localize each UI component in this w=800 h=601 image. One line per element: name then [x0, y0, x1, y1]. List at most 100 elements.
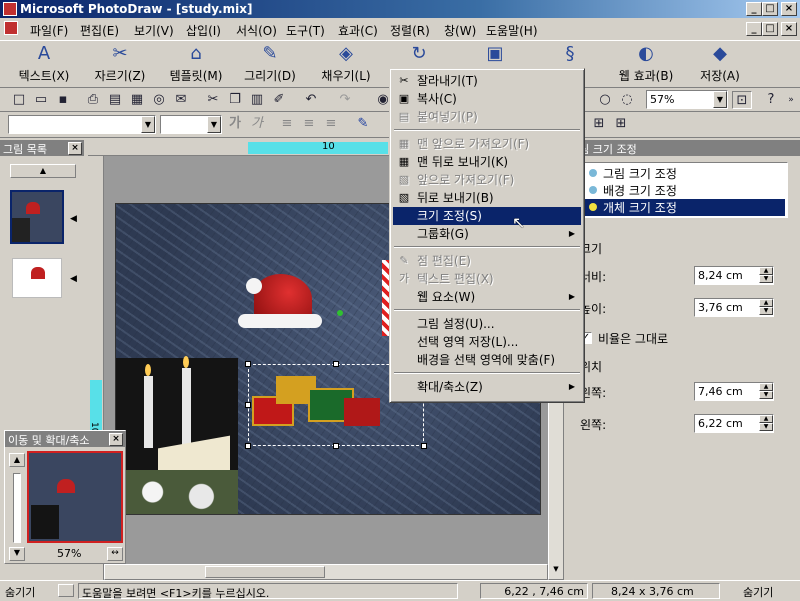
- print-icon[interactable]: ⎙: [84, 91, 102, 109]
- context-menu-item[interactable]: ▦ 맨 뒤로 보내기(K): [393, 153, 581, 171]
- redo-icon[interactable]: ↷: [336, 91, 354, 109]
- menu-tools[interactable]: 도구(T): [286, 22, 325, 39]
- ellipse-icon[interactable]: ○: [596, 91, 614, 109]
- font-name-combo[interactable]: ▼: [8, 115, 156, 134]
- web-effects-tool-button[interactable]: ◐ 웹 효과(B): [612, 43, 680, 84]
- scroll-up-button[interactable]: ▲: [10, 164, 76, 178]
- resize-option-picture[interactable]: 그림 크기 조정: [585, 165, 785, 181]
- rotate-handle[interactable]: [337, 310, 343, 316]
- resize-handle-s[interactable]: [333, 443, 339, 449]
- context-menu-item[interactable]: 웹 요소(W) ▶: [393, 288, 581, 306]
- document-icon[interactable]: [4, 21, 18, 35]
- spin-up-icon[interactable]: ▲: [759, 267, 773, 275]
- resize-option-background[interactable]: 배경 크기 조정: [585, 182, 785, 198]
- menu-file[interactable]: 파일(F): [30, 22, 68, 39]
- menu-window[interactable]: 창(W): [444, 22, 476, 39]
- spin-up-icon[interactable]: ▲: [759, 383, 773, 391]
- ungroup-icon[interactable]: ⊞: [612, 115, 630, 133]
- spin-down-icon[interactable]: ▼: [759, 391, 773, 399]
- scan-icon[interactable]: ▦: [128, 91, 146, 109]
- fill-tool-button[interactable]: ◈ 채우기(L): [316, 43, 376, 84]
- scroll-down-icon[interactable]: ▼: [550, 565, 562, 577]
- new-icon[interactable]: □: [10, 91, 28, 109]
- spin-up-icon[interactable]: ▲: [759, 299, 773, 307]
- open-icon[interactable]: ▭: [32, 91, 50, 109]
- height-input[interactable]: 3,76 cm ▲ ▼: [694, 298, 774, 317]
- top-input[interactable]: 6,22 cm ▲ ▼: [694, 414, 774, 433]
- close-icon[interactable]: ×: [109, 433, 123, 446]
- shape-icon[interactable]: ◌: [618, 91, 636, 109]
- horizontal-scrollbar[interactable]: [104, 564, 548, 580]
- align-center-icon[interactable]: ≡: [300, 115, 318, 133]
- chevron-down-icon[interactable]: ▼: [141, 116, 155, 133]
- zoom-out-button[interactable]: ▼: [9, 547, 25, 561]
- camera-icon[interactable]: ◎: [150, 91, 168, 109]
- help-icon[interactable]: ?: [762, 91, 780, 109]
- undo-icon[interactable]: ↶: [302, 91, 320, 109]
- fit-button[interactable]: ↔: [107, 547, 123, 561]
- resize-handle-nw[interactable]: [245, 361, 251, 367]
- zoom-in-button[interactable]: ▲: [9, 453, 25, 467]
- group-icon[interactable]: ⊞: [590, 115, 608, 133]
- context-menu-item[interactable]: 크기 조정(S): [393, 207, 581, 225]
- context-menu-item[interactable]: 선택 영역 저장(L)...: [393, 333, 581, 351]
- effects-tool-button[interactable]: ▣: [480, 43, 510, 67]
- resize-handle-w[interactable]: [245, 402, 251, 408]
- bold-button[interactable]: 가: [226, 115, 244, 133]
- panel-toggle-icon[interactable]: [58, 584, 74, 597]
- zoom-fit-icon[interactable]: ⊡: [732, 91, 752, 109]
- context-menu-item[interactable]: ✂ 잘라내기(T): [393, 72, 581, 90]
- cut-icon[interactable]: ✂: [204, 91, 222, 109]
- context-menu-item[interactable]: 그림 설정(U)...: [393, 315, 581, 333]
- paste-icon[interactable]: ▥: [248, 91, 266, 109]
- thumbnail-arrow-icon-2[interactable]: ◀: [70, 274, 77, 284]
- hide-right-toggle[interactable]: 숨기기: [740, 583, 776, 599]
- cut-crop-tool-button[interactable]: ✂ 자르기(Z): [88, 43, 152, 84]
- font-color-icon[interactable]: ✎: [354, 115, 372, 133]
- align-right-icon[interactable]: ≡: [322, 115, 340, 133]
- maximize-button[interactable]: □: [762, 2, 778, 16]
- format-painter-icon[interactable]: ✐: [270, 91, 288, 109]
- context-menu-item[interactable]: 확대/축소(Z) ▶: [393, 378, 581, 396]
- context-menu-item[interactable]: ▧ 뒤로 보내기(B): [393, 189, 581, 207]
- draw-tool-button[interactable]: ✎ 그리기(D): [240, 43, 300, 84]
- resize-handle-sw[interactable]: [245, 443, 251, 449]
- resize-option-object[interactable]: 개체 크기 조정: [585, 199, 785, 216]
- menu-arrange[interactable]: 정렬(R): [390, 22, 430, 39]
- navigator-preview[interactable]: [27, 451, 123, 543]
- menu-insert[interactable]: 삽입(I): [186, 22, 221, 39]
- rotate-tool-button[interactable]: ↻: [404, 43, 434, 67]
- spin-down-icon[interactable]: ▼: [759, 307, 773, 315]
- zoom-slider[interactable]: [13, 473, 21, 543]
- chevron-down-icon[interactable]: ▼: [207, 116, 221, 133]
- thumbnail-arrow-icon[interactable]: ◀: [70, 214, 77, 224]
- hide-left-toggle[interactable]: 숨기기: [2, 583, 38, 599]
- chevron-down-icon[interactable]: ▼: [713, 91, 727, 108]
- text-tool-button[interactable]: A 텍스트(X): [14, 43, 74, 84]
- menu-format[interactable]: 서식(O): [236, 22, 277, 39]
- santa-hat-object[interactable]: [234, 270, 324, 332]
- close-button[interactable]: ×: [781, 2, 797, 16]
- doc-restore-button[interactable]: □: [762, 22, 778, 36]
- template-tool-button[interactable]: ⌂ 템플릿(M): [164, 43, 228, 84]
- spin-down-icon[interactable]: ▼: [759, 423, 773, 431]
- context-menu-item[interactable]: ▣ 복사(C): [393, 90, 581, 108]
- picture-thumbnail-2[interactable]: [12, 258, 62, 298]
- email-icon[interactable]: ✉: [172, 91, 190, 109]
- menu-edit[interactable]: 편집(E): [80, 22, 119, 39]
- spin-down-icon[interactable]: ▼: [759, 275, 773, 283]
- scroll-thumb[interactable]: [205, 566, 325, 578]
- resize-handle-n[interactable]: [333, 361, 339, 367]
- toolbar-more-icon[interactable]: »: [782, 91, 800, 109]
- zoom-combo[interactable]: 57% ▼: [646, 90, 728, 109]
- close-icon[interactable]: ×: [68, 142, 82, 155]
- width-input[interactable]: 8,24 cm ▲ ▼: [694, 266, 774, 285]
- menu-help[interactable]: 도움말(H): [486, 22, 538, 39]
- print-preview-icon[interactable]: ▤: [106, 91, 124, 109]
- doc-minimize-button[interactable]: _: [746, 22, 762, 36]
- distort-tool-button[interactable]: §: [555, 43, 585, 67]
- align-left-icon[interactable]: ≡: [278, 115, 296, 133]
- save-tool-button[interactable]: ◆ 저장(A): [692, 43, 748, 84]
- menu-view[interactable]: 보기(V): [134, 22, 174, 39]
- spin-up-icon[interactable]: ▲: [759, 415, 773, 423]
